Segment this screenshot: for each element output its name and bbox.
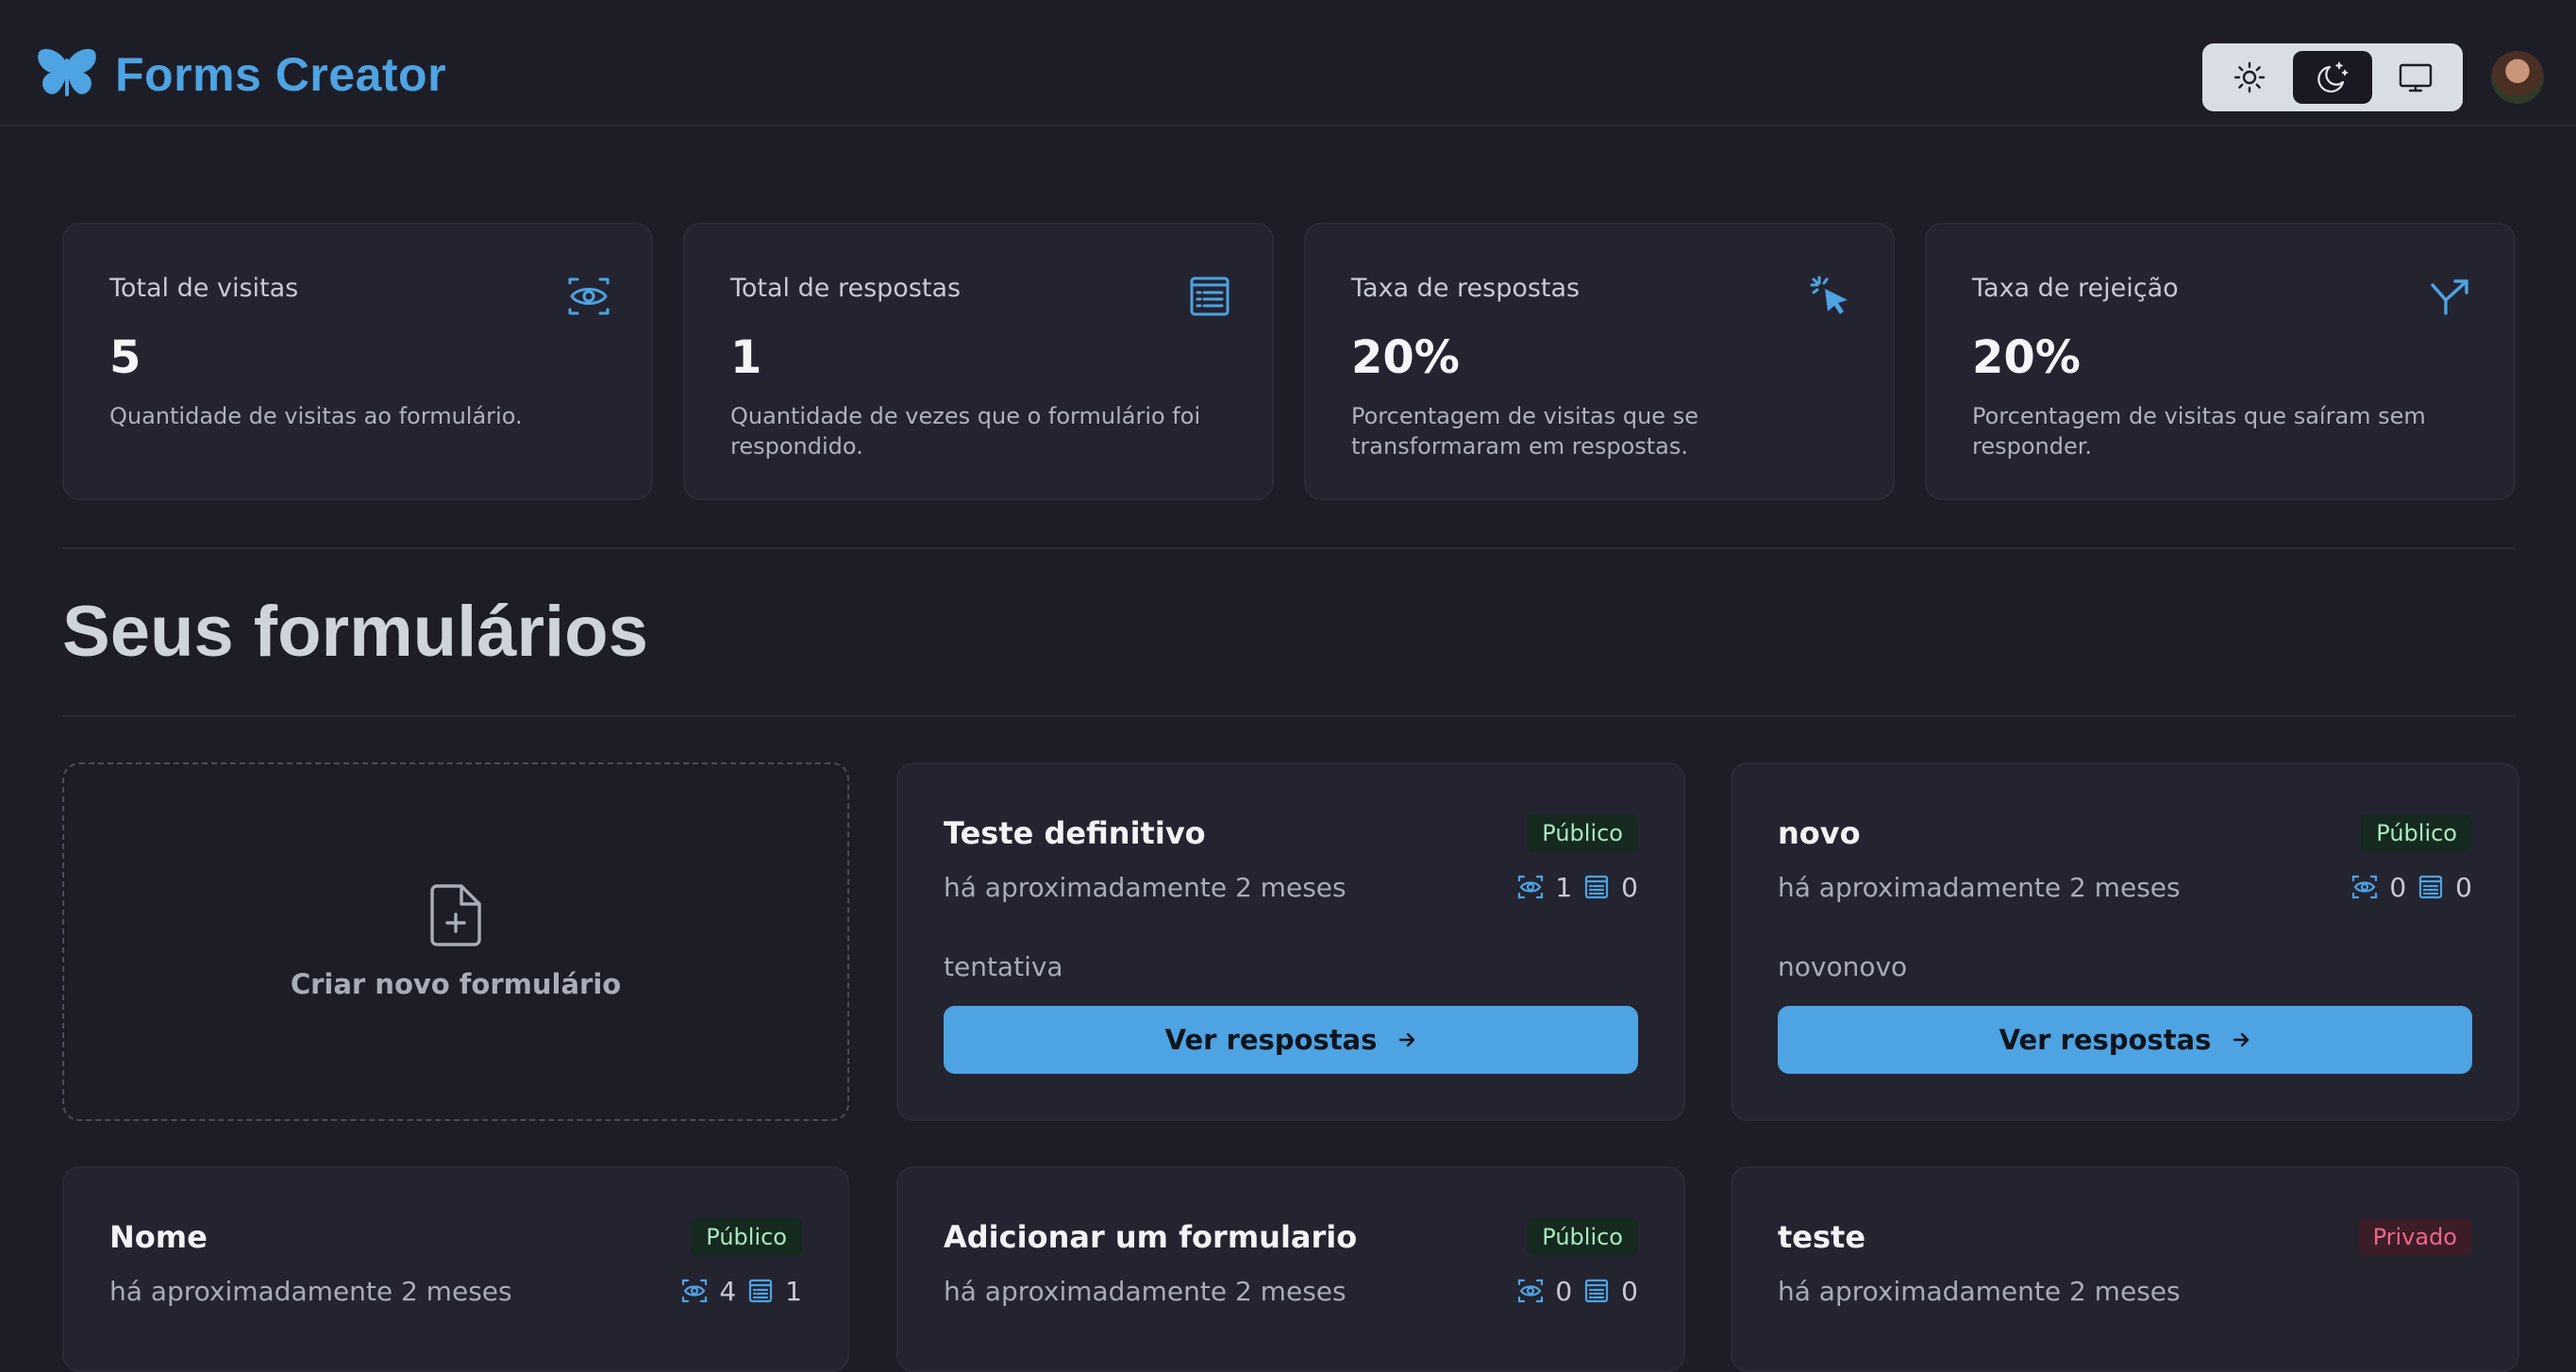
form-card: teste Privado há aproximadamente 2 meses (1731, 1166, 2519, 1372)
form-list-icon (749, 1279, 773, 1303)
dark-theme-button[interactable] (2293, 51, 2372, 104)
system-theme-button[interactable] (2376, 51, 2455, 104)
responses-count: 1 (785, 1275, 802, 1307)
form-card: novo Público há aproximadamente 2 meses … (1731, 762, 2519, 1121)
form-card: Adicionar um formulario Público há aprox… (896, 1166, 1685, 1372)
stat-description: Quantidade de visitas ao formulário. (109, 403, 523, 429)
form-list-icon (1585, 875, 1609, 899)
status-badge: Público (1527, 1218, 1638, 1256)
responses-count: 0 (1621, 871, 1638, 903)
visits-count: 4 (719, 1275, 737, 1307)
form-name: teste (1778, 1219, 1866, 1255)
view-responses-label: Ver respostas (1999, 1024, 2212, 1056)
stat-card-visits: Total de visitas 5 Quantidade de visitas… (62, 223, 653, 500)
form-date: há aproximadamente 2 meses (109, 1275, 512, 1307)
cursor-click-icon (1810, 276, 1848, 314)
form-description: tentativa (944, 951, 1063, 982)
view-responses-button[interactable]: Ver respostas (944, 1006, 1638, 1074)
create-form-label: Criar novo formulário (290, 968, 622, 1000)
status-badge: Público (2361, 814, 2472, 852)
stat-title: Taxa de rejeição (1972, 274, 2179, 303)
form-description: novonovo (1778, 951, 1908, 982)
form-card: Teste definitivo Público há aproximadame… (896, 762, 1685, 1121)
section-divider (62, 715, 2516, 717)
status-badge: Público (1527, 814, 1638, 852)
create-form-card[interactable]: Criar novo formulário (62, 762, 849, 1121)
form-list-icon (1585, 1279, 1609, 1303)
form-name: novo (1778, 815, 1861, 851)
butterfly-logo-icon (38, 48, 96, 96)
form-date: há aproximadamente 2 meses (1778, 871, 2181, 903)
theme-switcher (2202, 43, 2463, 111)
view-responses-label: Ver respostas (1164, 1024, 1378, 1056)
stats-section: Total de visitas 5 Quantidade de visitas… (62, 223, 2516, 500)
responses-count: 0 (2455, 871, 2472, 903)
page-title: Seus formulários (62, 592, 648, 672)
light-theme-button[interactable] (2210, 51, 2289, 104)
split-arrow-icon (2431, 279, 2468, 315)
stat-description: Quantidade de vezes que o formulário foi… (730, 403, 1201, 460)
stat-card-bounce-rate: Taxa de rejeição 20% Porcentagem de visi… (1925, 223, 2516, 500)
form-name: Adicionar um formulario (944, 1219, 1358, 1255)
form-date: há aproximadamente 2 meses (944, 1275, 1347, 1307)
form-stats: 4 1 (681, 1276, 802, 1307)
stat-card-response-rate: Taxa de respostas 20% Porcentagem de vis… (1304, 223, 1895, 500)
stat-value: 1 (730, 331, 762, 384)
stat-title: Total de respostas (730, 274, 962, 303)
stat-value: 20% (1972, 331, 2081, 384)
form-list-icon (2419, 875, 2443, 899)
eye-icon (2352, 875, 2378, 899)
brand[interactable]: Forms Creator (36, 47, 446, 102)
status-badge: Público (691, 1218, 802, 1256)
top-navigation-bar: Forms Creator (0, 0, 2576, 126)
eye-icon (1518, 875, 1544, 899)
form-stats: 0 0 (1517, 1276, 1638, 1307)
eye-icon (682, 1279, 708, 1303)
status-badge: Privado (2357, 1218, 2472, 1256)
form-list-icon (1190, 276, 1229, 316)
app-title: Forms Creator (115, 48, 447, 101)
form-name: Teste definitivo (944, 815, 1206, 851)
visits-count: 0 (1555, 1275, 1573, 1307)
form-date: há aproximadamente 2 meses (944, 871, 1347, 903)
eye-icon (568, 277, 610, 315)
stat-title: Taxa de respostas (1351, 274, 1581, 303)
moon-stars-icon (2317, 61, 2349, 93)
form-stats: 0 0 (2351, 872, 2472, 903)
visits-count: 1 (1555, 871, 1573, 903)
stat-value: 5 (109, 331, 142, 384)
form-date: há aproximadamente 2 meses (1778, 1275, 2181, 1307)
stat-card-responses: Total de respostas 1 Quantidade de vezes… (683, 223, 1274, 500)
arrow-right-icon (2233, 1032, 2250, 1047)
arrow-right-icon (1399, 1032, 1415, 1047)
form-stats: 1 0 (1517, 872, 1638, 903)
form-name: Nome (109, 1219, 208, 1255)
user-avatar[interactable] (2491, 51, 2544, 104)
stat-title: Total de visitas (109, 274, 299, 303)
monitor-icon (2399, 63, 2433, 92)
stat-description: Porcentagem de visitas que saíram sem re… (1972, 403, 2426, 460)
sun-icon (2233, 61, 2266, 93)
section-divider (62, 547, 2516, 549)
file-plus-icon (430, 884, 481, 946)
stat-description: Porcentagem de visitas que se transforma… (1351, 403, 1698, 460)
responses-count: 0 (1621, 1275, 1638, 1307)
stat-value: 20% (1351, 331, 1460, 384)
eye-icon (1518, 1279, 1544, 1303)
form-card: Nome Público há aproximadamente 2 meses … (62, 1166, 849, 1372)
view-responses-button[interactable]: Ver respostas (1778, 1006, 2472, 1074)
visits-count: 0 (2389, 871, 2407, 903)
